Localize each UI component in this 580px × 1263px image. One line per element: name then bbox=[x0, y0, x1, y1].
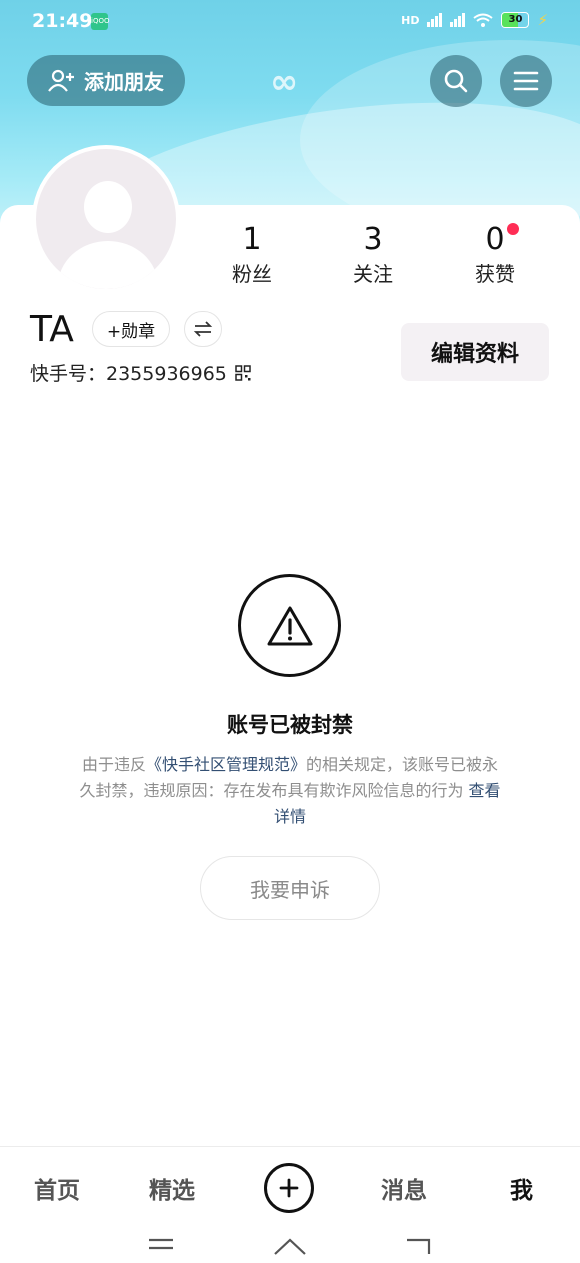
plus-icon bbox=[279, 1178, 299, 1198]
tab-me[interactable]: 我 bbox=[510, 1171, 533, 1205]
wifi-icon bbox=[473, 13, 494, 27]
tab-home[interactable]: 首页 bbox=[34, 1171, 80, 1205]
signal-5g-icon bbox=[450, 13, 466, 27]
likes-label: 获赞 bbox=[475, 262, 515, 286]
home-nav-icon[interactable] bbox=[273, 1236, 307, 1256]
status-bar: 21:49 iQOO HD 30 ⚡ bbox=[0, 0, 580, 44]
add-friend-label: 添加朋友 bbox=[84, 70, 164, 94]
menu-button[interactable] bbox=[500, 55, 552, 107]
warning-icon bbox=[267, 606, 312, 645]
kuaishou-id[interactable]: 快手号：2355936965 bbox=[30, 359, 251, 386]
qr-code-icon[interactable] bbox=[235, 364, 251, 381]
search-icon bbox=[444, 69, 468, 93]
status-right: HD 30 ⚡ bbox=[401, 11, 548, 29]
warning-circle bbox=[238, 574, 341, 677]
kuaishou-logo-icon: ∞ bbox=[270, 62, 299, 102]
signal-4g-icon bbox=[427, 13, 443, 27]
add-user-icon bbox=[48, 69, 74, 92]
following-count: 3 bbox=[363, 222, 383, 257]
stat-likes[interactable]: 0 获赞 bbox=[445, 222, 545, 287]
switch-account-button[interactable] bbox=[184, 311, 222, 347]
hd-icon: HD bbox=[401, 13, 420, 27]
app-notification-icon: iQOO bbox=[91, 13, 109, 30]
back-nav-icon[interactable] bbox=[405, 1236, 433, 1256]
stat-followers[interactable]: 1 粉丝 bbox=[202, 222, 302, 287]
status-time: 21:49 bbox=[32, 10, 93, 32]
add-friend-button[interactable]: 添加朋友 bbox=[27, 55, 185, 106]
edit-profile-button[interactable]: 编辑资料 bbox=[401, 323, 549, 381]
appeal-button[interactable]: 我要申诉 bbox=[200, 856, 380, 920]
charging-icon: ⚡ bbox=[537, 11, 548, 29]
system-nav-bar bbox=[0, 1226, 580, 1263]
likes-count: 0 bbox=[485, 222, 505, 257]
profile-name: TA bbox=[30, 309, 74, 350]
recent-apps-icon[interactable] bbox=[148, 1236, 174, 1256]
search-button[interactable] bbox=[430, 55, 482, 107]
stat-following[interactable]: 3 关注 bbox=[323, 222, 423, 287]
menu-icon bbox=[513, 71, 539, 91]
kuaishou-id-text: 快手号：2355936965 bbox=[30, 363, 227, 385]
community-rules-link[interactable]: 《快手社区管理规范》 bbox=[146, 755, 306, 774]
ban-description: 由于违反《快手社区管理规范》的相关规定，该账号已被永久封禁，违规原因：存在发布具… bbox=[74, 752, 506, 830]
followers-count: 1 bbox=[242, 222, 262, 257]
followers-label: 粉丝 bbox=[232, 262, 272, 286]
following-label: 关注 bbox=[353, 262, 393, 286]
create-button[interactable] bbox=[264, 1163, 314, 1213]
bottom-tab-bar: 首页 精选 消息 我 bbox=[0, 1146, 580, 1227]
tab-featured[interactable]: 精选 bbox=[149, 1171, 195, 1205]
swap-icon bbox=[193, 321, 213, 337]
ban-title: 账号已被封禁 bbox=[227, 713, 353, 737]
tab-messages[interactable]: 消息 bbox=[381, 1171, 427, 1205]
add-medal-button[interactable]: +勋章 bbox=[92, 311, 170, 347]
avatar[interactable] bbox=[32, 145, 180, 293]
battery-icon: 30 bbox=[501, 12, 530, 28]
ban-desc-prefix: 由于违反 bbox=[81, 755, 146, 774]
notification-dot bbox=[507, 223, 519, 235]
